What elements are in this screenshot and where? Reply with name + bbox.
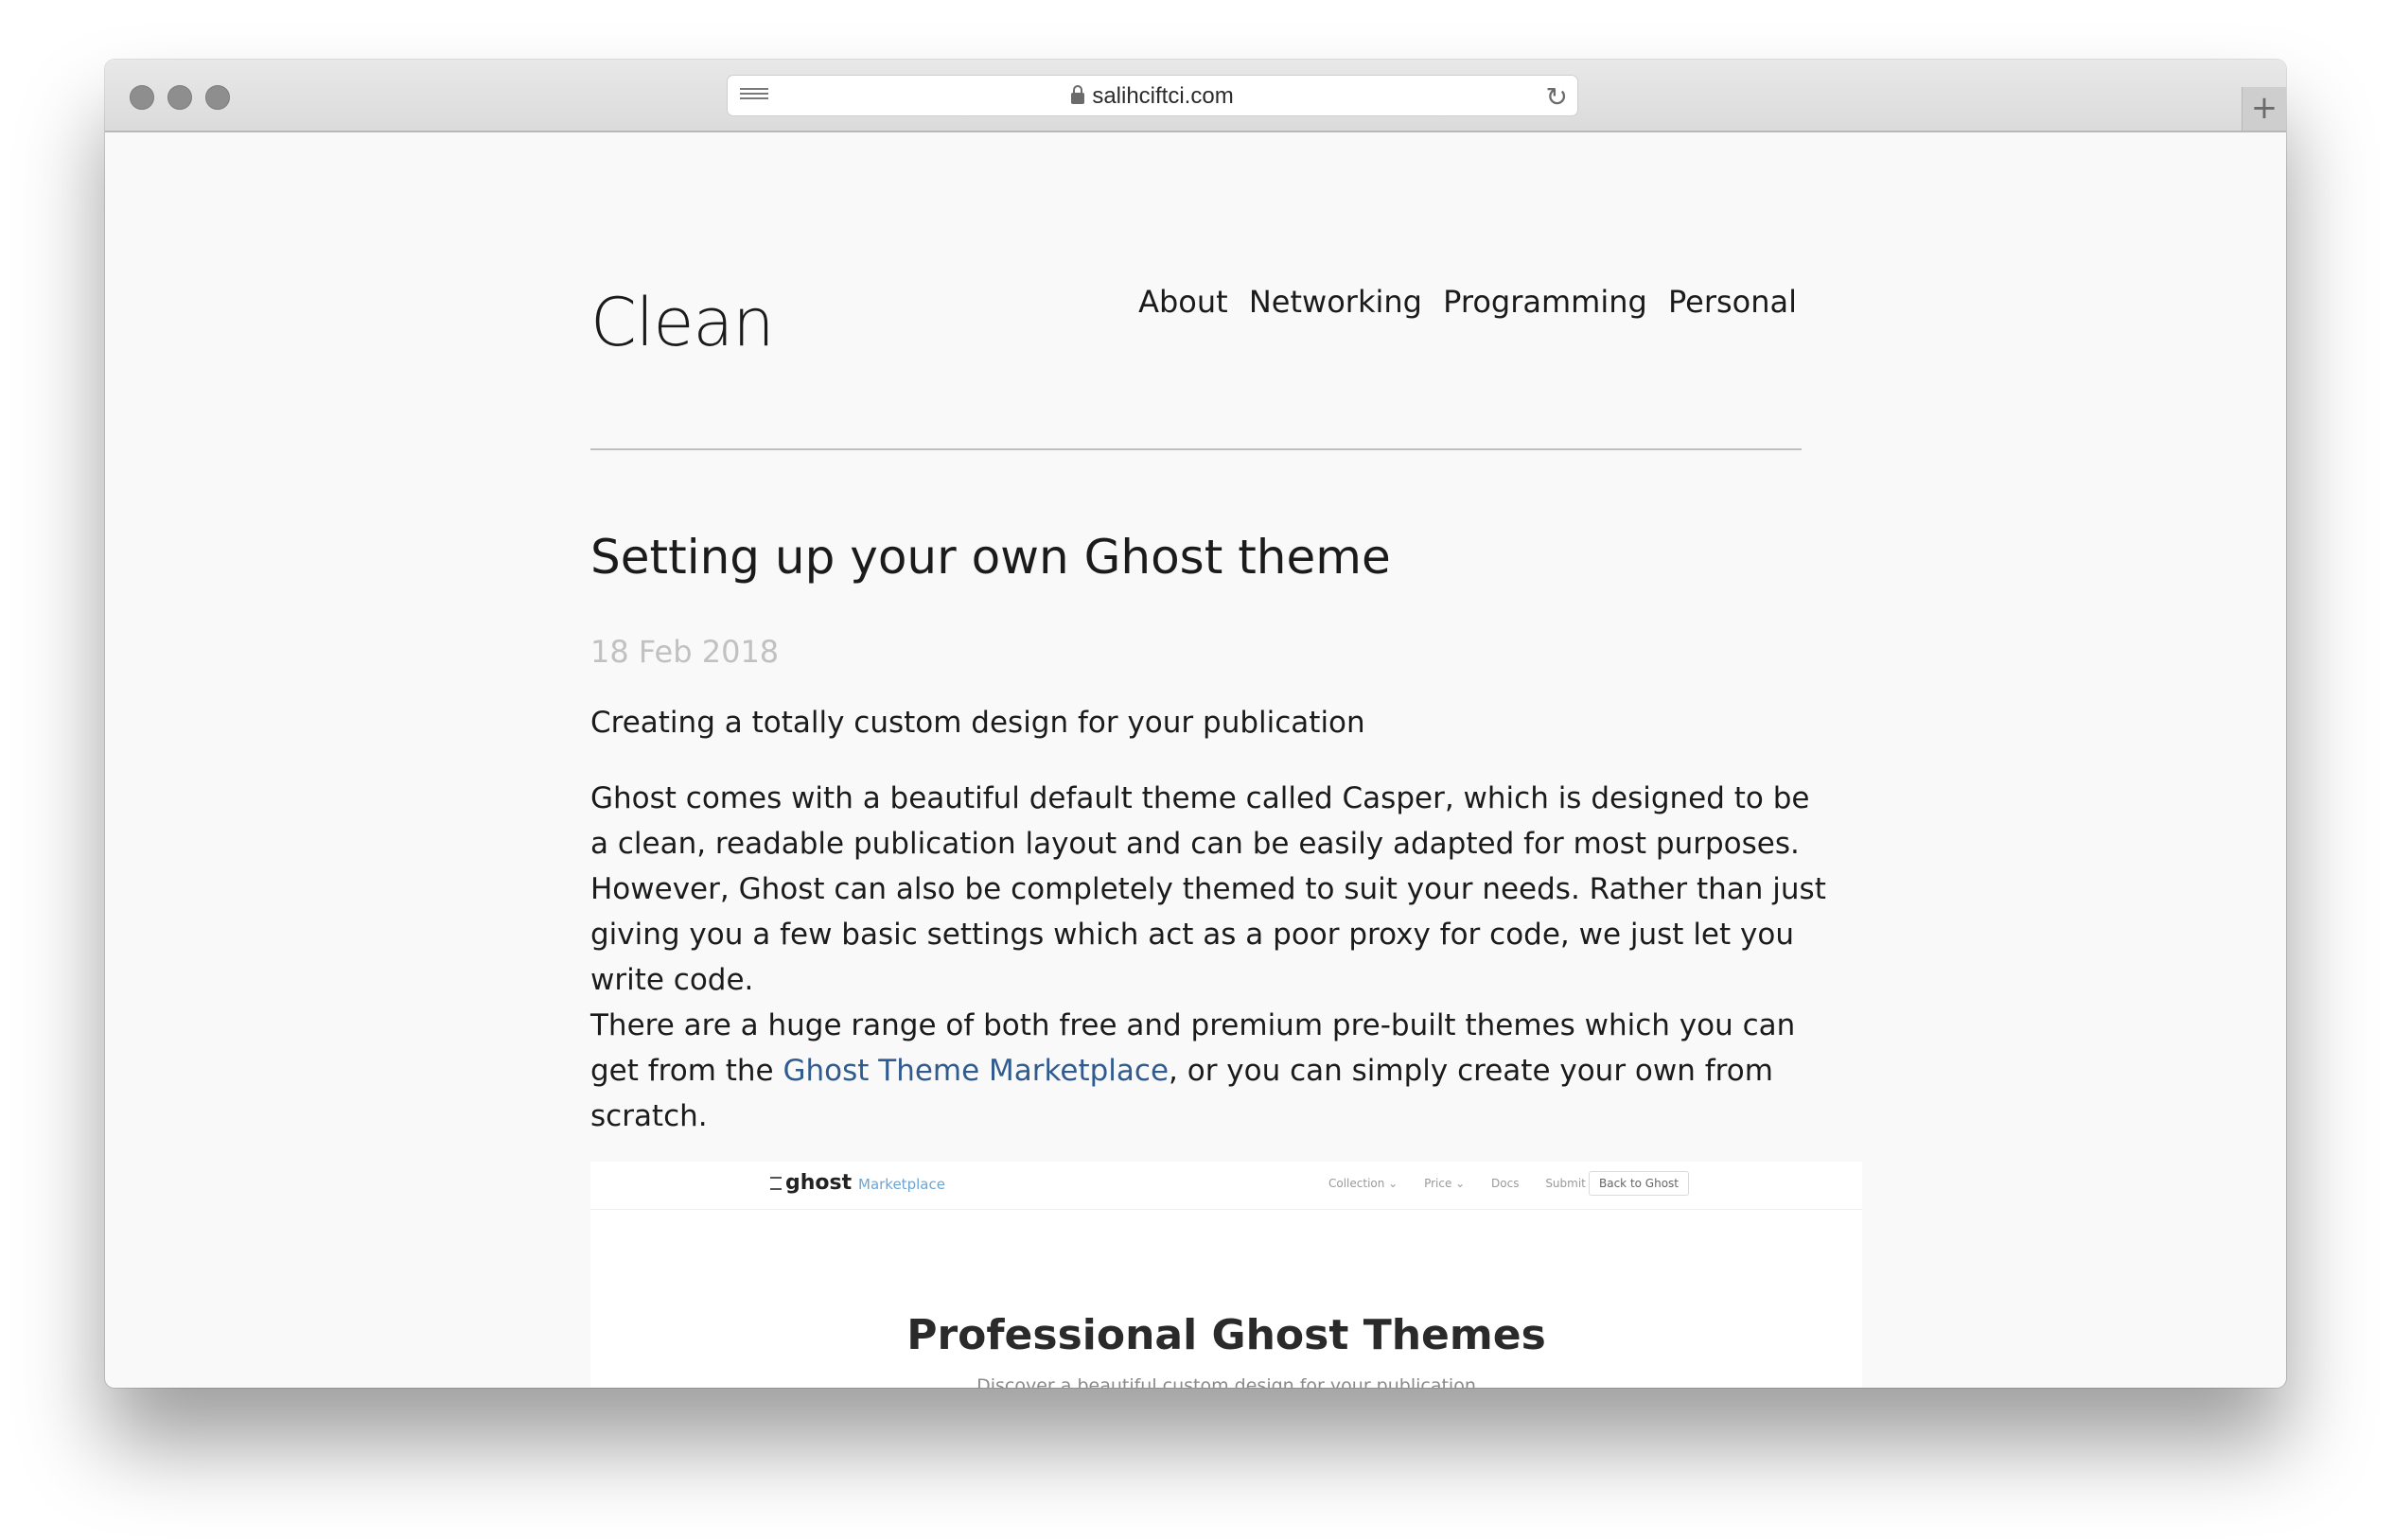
- nav-link-personal[interactable]: Personal: [1668, 284, 1797, 320]
- embed-header: ghost Marketplace Collection ⌄ Price ⌄ D…: [590, 1162, 1862, 1210]
- minimize-window-button[interactable]: [167, 85, 192, 110]
- close-window-button[interactable]: [130, 85, 154, 110]
- ghost-logo: ghost: [770, 1171, 852, 1195]
- zoom-window-button[interactable]: [205, 85, 230, 110]
- lock-icon: [1071, 85, 1085, 104]
- post-lead: Creating a totally custom design for you…: [590, 706, 1365, 740]
- nav-link-about[interactable]: About: [1138, 284, 1228, 320]
- embed-back-to-ghost-button: Back to Ghost: [1589, 1171, 1690, 1196]
- url-text: salihciftci.com: [1092, 83, 1234, 109]
- nav-link-networking[interactable]: Networking: [1249, 284, 1422, 320]
- embed-nav-submit: Submit: [1545, 1177, 1586, 1190]
- post-date: 18 Feb 2018: [590, 634, 780, 670]
- embed-nav-price: Price ⌄: [1424, 1177, 1466, 1190]
- header-divider: [590, 448, 1802, 450]
- menu-icon: [770, 1177, 782, 1190]
- address-bar[interactable]: salihciftci.com ↻: [727, 75, 1578, 116]
- site-nav: About Networking Programming Personal: [1127, 284, 1797, 320]
- nav-link-programming[interactable]: Programming: [1443, 284, 1647, 320]
- post-title: Setting up your own Ghost theme: [590, 530, 1391, 585]
- embed-nav-docs: Docs: [1491, 1177, 1520, 1190]
- embed-section-label: Marketplace: [858, 1176, 945, 1193]
- page-content: Clean About Networking Programming Perso…: [105, 132, 2286, 1388]
- browser-titlebar: salihciftci.com ↻ +: [105, 60, 2286, 132]
- reload-icon[interactable]: ↻: [1546, 81, 1568, 113]
- ghost-theme-marketplace-link[interactable]: Ghost Theme Marketplace: [783, 1054, 1169, 1088]
- ghost-logo-text: ghost: [785, 1171, 853, 1195]
- post-paragraph-2: There are a huge range of both free and …: [590, 1003, 1830, 1139]
- embed-nav-collection: Collection ⌄: [1328, 1177, 1398, 1190]
- new-tab-button[interactable]: +: [2242, 87, 2286, 131]
- embed-title: Professional Ghost Themes: [906, 1311, 1546, 1359]
- marketplace-screenshot: ghost Marketplace Collection ⌄ Price ⌄ D…: [590, 1162, 1862, 1388]
- post-paragraph-1: Ghost comes with a beautiful default the…: [590, 781, 1826, 997]
- embed-subtitle: Discover a beautiful custom design for y…: [976, 1375, 1476, 1388]
- embed-nav: Collection ⌄ Price ⌄ Docs Submit: [1328, 1177, 1609, 1190]
- url-display[interactable]: salihciftci.com: [728, 83, 1577, 110]
- browser-window: salihciftci.com ↻ + Clean About Networki…: [105, 60, 2286, 1388]
- site-title[interactable]: Clean: [590, 284, 775, 361]
